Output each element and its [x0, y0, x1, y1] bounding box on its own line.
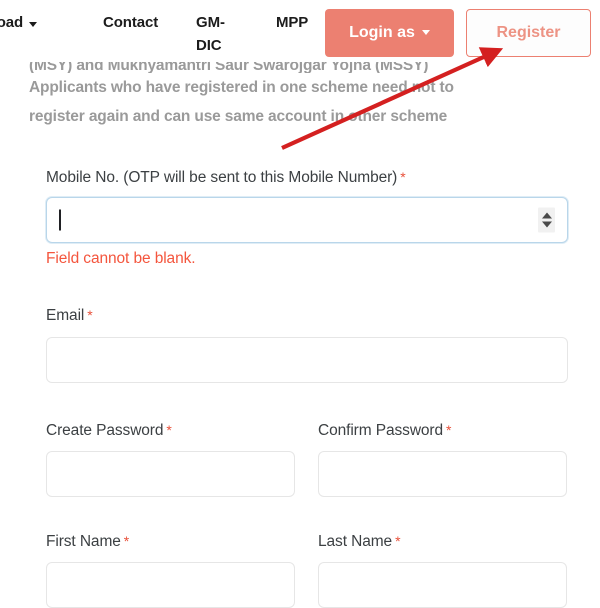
- intro-line-2: Applicants who have registered in one sc…: [29, 79, 454, 96]
- mobile-field-error: Field cannot be blank.: [46, 250, 196, 267]
- required-marker: *: [446, 422, 452, 438]
- last-name-input[interactable]: [318, 562, 567, 608]
- mobile-input-container: [46, 197, 568, 243]
- confirm-password-label-row: Confirm Password *: [318, 422, 567, 440]
- registration-form: Mobile No. (OTP will be sent to this Mob…: [0, 150, 600, 608]
- required-marker: *: [395, 533, 401, 549]
- text-cursor: [59, 209, 61, 231]
- mobile-field-label-row: Mobile No. (OTP will be sent to this Mob…: [46, 169, 568, 187]
- register-button[interactable]: Register: [466, 9, 591, 57]
- create-password-input-container: [46, 451, 295, 497]
- required-marker: *: [400, 169, 406, 185]
- nav-item-contact[interactable]: Contact: [103, 12, 158, 34]
- chevron-down-icon: [29, 22, 38, 27]
- last-name-label: Last Name: [318, 533, 393, 550]
- spinner-down-arrow-icon[interactable]: [541, 221, 552, 228]
- register-button-label: Register: [496, 24, 561, 41]
- email-input-container: [46, 337, 568, 383]
- confirm-password-input[interactable]: [318, 451, 567, 497]
- email-field-label-row: Email *: [46, 307, 568, 325]
- create-password-input[interactable]: [46, 451, 295, 497]
- spinner-up-arrow-icon[interactable]: [541, 212, 552, 219]
- top-navigation-bar: wnload Contact GM- DIC MPP Login as Regi…: [0, 0, 600, 62]
- confirm-password-label: Confirm Password: [318, 422, 444, 439]
- intro-paragraph: (MSY) and Mukhyamantri Saur Swarojgar Yo…: [29, 57, 574, 131]
- nav-item-download-label: wnload: [0, 14, 24, 31]
- required-marker: *: [87, 307, 93, 323]
- email-input[interactable]: [46, 337, 568, 383]
- mobile-field-label: Mobile No. (OTP will be sent to this Mob…: [46, 169, 398, 186]
- nav-item-gm-dic[interactable]: GM- DIC: [196, 12, 246, 57]
- nav-item-mpp-label: MPP: [276, 14, 309, 31]
- create-password-label-row: Create Password *: [46, 422, 295, 440]
- confirm-password-input-container: [318, 451, 567, 497]
- number-spinner[interactable]: [538, 207, 555, 233]
- mobile-input[interactable]: [46, 197, 568, 243]
- login-as-button[interactable]: Login as: [325, 9, 454, 57]
- chevron-down-icon: [421, 29, 430, 35]
- intro-line-3: register again and can use same account …: [29, 108, 448, 125]
- nav-item-download[interactable]: wnload: [0, 12, 38, 34]
- first-name-input[interactable]: [46, 562, 295, 608]
- login-as-button-label: Login as: [349, 24, 415, 41]
- nav-item-contact-label: Contact: [103, 14, 159, 31]
- first-name-input-container: [46, 562, 295, 608]
- nav-item-mpp[interactable]: MPP: [276, 12, 308, 34]
- create-password-label: Create Password: [46, 422, 164, 439]
- required-marker: *: [123, 533, 130, 549]
- required-marker: *: [166, 422, 172, 438]
- email-field-label: Email: [46, 307, 85, 324]
- first-name-label-row: First Name *: [46, 533, 295, 551]
- last-name-input-container: [318, 562, 567, 608]
- nav-item-gm-dic-label-line1: GM-: [196, 14, 225, 31]
- nav-item-gm-dic-label-line2: DIC: [196, 36, 222, 54]
- first-name-label: First Name: [46, 533, 121, 550]
- last-name-label-row: Last Name *: [318, 533, 567, 551]
